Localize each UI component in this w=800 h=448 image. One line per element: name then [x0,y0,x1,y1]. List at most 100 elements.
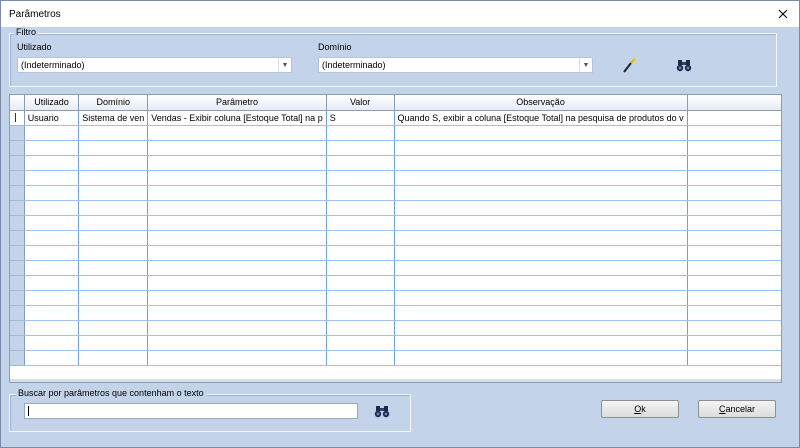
table-cell[interactable] [24,170,80,186]
table-cell[interactable] [78,125,149,141]
row-indicator[interactable] [10,335,25,351]
table-cell[interactable] [147,215,327,231]
table-cell[interactable] [78,185,149,201]
table-cell[interactable] [147,260,327,276]
table-row[interactable] [10,215,781,231]
table-cell[interactable] [394,335,688,351]
table-row[interactable] [10,200,781,216]
table-cell[interactable] [394,215,688,231]
close-button[interactable] [773,4,793,24]
table-cell[interactable] [24,350,80,366]
table-cell[interactable] [326,215,395,231]
column-header-dominio[interactable]: Domínio [78,95,149,111]
table-cell[interactable] [147,290,327,306]
row-indicator[interactable] [10,230,25,246]
table-cell[interactable] [24,215,80,231]
table-cell[interactable] [78,260,149,276]
table-cell[interactable] [147,335,327,351]
table-cell[interactable] [147,200,327,216]
row-indicator[interactable] [10,260,25,276]
search-button[interactable] [374,404,392,422]
row-indicator[interactable] [10,320,25,336]
row-indicator[interactable] [10,350,25,366]
table-cell[interactable] [394,290,688,306]
table-cell[interactable] [394,260,688,276]
table-cell[interactable] [147,245,327,261]
table-row[interactable] [10,125,781,141]
column-header-valor[interactable]: Valor [326,95,395,111]
table-cell[interactable] [147,275,327,291]
table-cell[interactable] [394,140,688,156]
table-cell[interactable] [24,155,80,171]
table-row[interactable] [10,185,781,201]
cell-observacao[interactable]: Quando S, exibir a coluna [Estoque Total… [394,110,688,126]
cell-valor[interactable]: S [326,110,395,126]
table-cell[interactable] [147,155,327,171]
table-cell[interactable] [78,200,149,216]
chevron-down-icon[interactable]: ▼ [278,58,291,72]
table-cell[interactable] [24,230,80,246]
column-header-observacao[interactable]: Observação [394,95,688,111]
table-cell[interactable] [78,230,149,246]
parameters-grid[interactable]: Utilizado Domínio Parâmetro Valor Observ… [9,94,782,383]
table-cell[interactable] [24,320,80,336]
dominio-select[interactable]: (Indeterminado) ▼ [318,57,593,73]
table-cell[interactable] [326,185,395,201]
table-cell[interactable] [326,275,395,291]
horizontal-scrollbar[interactable] [10,379,781,382]
table-cell[interactable] [326,230,395,246]
table-cell[interactable] [326,290,395,306]
row-indicator[interactable] [10,185,25,201]
column-header-utilizado[interactable]: Utilizado [24,95,80,111]
table-cell[interactable] [78,215,149,231]
table-row[interactable] [10,245,781,261]
table-cell[interactable] [326,245,395,261]
table-cell[interactable] [24,140,80,156]
table-row[interactable] [10,290,781,306]
table-cell[interactable] [326,155,395,171]
cell-dominio[interactable]: Sistema de ven [78,110,149,126]
table-cell[interactable] [78,275,149,291]
table-cell[interactable] [147,350,327,366]
table-cell[interactable] [326,125,395,141]
table-cell[interactable] [394,200,688,216]
table-cell[interactable] [326,140,395,156]
utilizado-select[interactable]: (Indeterminado) ▼ [17,57,292,73]
magic-wand-button[interactable] [620,56,638,74]
table-cell[interactable] [394,305,688,321]
row-indicator[interactable] [10,290,25,306]
table-cell[interactable] [394,170,688,186]
table-row[interactable] [10,335,781,351]
table-cell[interactable] [78,305,149,321]
table-cell[interactable] [24,125,80,141]
cell-parametro[interactable]: Vendas - Exibir coluna [Estoque Total] n… [147,110,327,126]
table-row[interactable]: Usuario Sistema de ven Vendas - Exibir c… [10,110,781,126]
table-cell[interactable] [24,245,80,261]
table-cell[interactable] [78,290,149,306]
table-row[interactable] [10,260,781,276]
table-row[interactable] [10,275,781,291]
row-indicator[interactable] [10,140,25,156]
table-cell[interactable] [78,245,149,261]
table-row[interactable] [10,320,781,336]
row-indicator[interactable] [10,170,25,186]
row-indicator[interactable] [10,200,25,216]
search-filter-button[interactable] [676,58,694,76]
table-cell[interactable] [147,230,327,246]
column-header-parametro[interactable]: Parâmetro [147,95,327,111]
table-cell[interactable] [147,305,327,321]
table-cell[interactable] [326,350,395,366]
table-cell[interactable] [394,320,688,336]
table-cell[interactable] [24,185,80,201]
table-cell[interactable] [147,320,327,336]
table-cell[interactable] [394,185,688,201]
search-input[interactable] [24,403,358,419]
table-row[interactable] [10,170,781,186]
table-cell[interactable] [147,170,327,186]
table-cell[interactable] [147,140,327,156]
table-cell[interactable] [24,305,80,321]
table-cell[interactable] [394,275,688,291]
table-cell[interactable] [147,185,327,201]
row-indicator[interactable] [10,215,25,231]
table-cell[interactable] [394,155,688,171]
